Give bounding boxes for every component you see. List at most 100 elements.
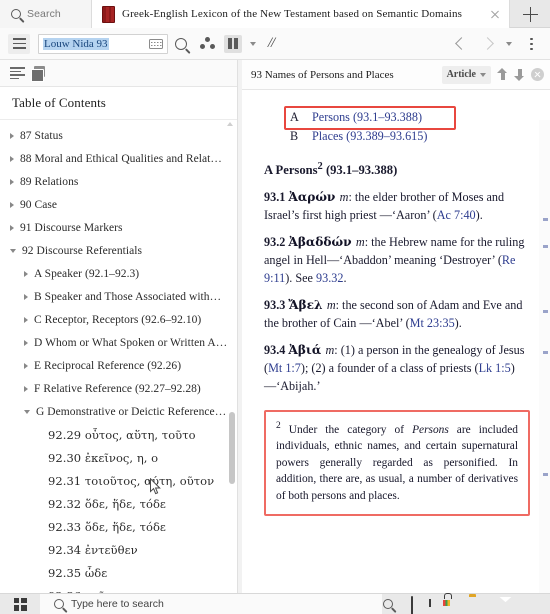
toc-item[interactable]: B Speaker and Those Associated with… xyxy=(0,285,237,308)
toc-item-label: 90 Case xyxy=(20,198,58,211)
hamburger-menu-icon[interactable] xyxy=(8,33,30,54)
parallel-dropdown-button[interactable] xyxy=(246,32,260,56)
toc-item[interactable]: E Reciprocal Reference (92.26) xyxy=(0,354,237,377)
toc-item[interactable]: 92.33 ὅδε, ἥδε, τόδε xyxy=(0,515,237,538)
chevron-down-icon xyxy=(480,72,486,77)
search-button[interactable] xyxy=(168,32,194,56)
toc-item[interactable]: 88 Moral and Ethical Qualities and Relat… xyxy=(0,147,237,170)
toc-item[interactable]: 89 Relations xyxy=(0,170,237,193)
chevron-right-icon[interactable] xyxy=(24,362,28,369)
outline-link[interactable]: Persons (93.1–93.388) xyxy=(312,109,422,126)
chevron-right-icon[interactable] xyxy=(10,201,14,208)
arrow-down-icon[interactable] xyxy=(514,67,525,82)
history-dropdown-button[interactable] xyxy=(500,32,518,56)
toc-item[interactable]: 90 Case xyxy=(0,193,237,216)
toc-item-label: C Receptor, Receptors (92.6–92.10) xyxy=(34,313,202,326)
toc-item[interactable]: F Relative Reference (92.27–92.28) xyxy=(0,377,237,400)
chevron-right-icon[interactable] xyxy=(24,385,28,392)
chevron-left-icon xyxy=(454,37,468,50)
chevron-right-icon[interactable] xyxy=(24,270,28,277)
toc-item[interactable]: 92.31 τοιοῦτος, αύτη, οῦτον xyxy=(0,469,237,492)
chevron-right-icon[interactable] xyxy=(10,224,14,231)
document-tab[interactable]: Greek-English Lexicon of the New Testame… xyxy=(92,0,510,28)
toc-scrollbar[interactable] xyxy=(229,120,235,593)
search-tab-label: Search xyxy=(27,8,61,20)
toc-item[interactable]: 92.30 ἐκεῖνος, η, ο xyxy=(0,446,237,469)
taskbar-search-input[interactable]: Type here to search xyxy=(40,593,382,614)
windows-start-icon[interactable] xyxy=(0,597,40,611)
keyboard-icon[interactable] xyxy=(149,38,163,49)
scripture-reference-link[interactable]: Ac 7:40 xyxy=(437,208,476,222)
section-heading-footnote-marker: 2 xyxy=(317,160,323,172)
scripture-reference-link[interactable]: Mt 1:7 xyxy=(268,361,301,375)
back-button[interactable] xyxy=(448,32,474,56)
toc-item[interactable]: 92.36 ποῖος, α, ον xyxy=(0,584,237,594)
close-circle-icon[interactable] xyxy=(531,68,544,81)
toc-item-label: 92.34 ἐντεῦθεν xyxy=(48,542,138,557)
search-tab[interactable]: Search xyxy=(0,0,92,28)
edge-browser-icon[interactable] xyxy=(527,597,542,612)
toc-item-label: 92.30 ἐκεῖνος, η, ο xyxy=(48,450,159,465)
article-scrollbar[interactable] xyxy=(539,120,550,593)
toc-item[interactable]: 92.32 ὅδε, ἥδε, τόδε xyxy=(0,492,237,515)
overflow-menu-button[interactable] xyxy=(518,32,544,56)
microsoft-store-icon[interactable] xyxy=(440,597,455,612)
task-view-icon[interactable] xyxy=(411,595,426,614)
chevron-right-icon[interactable] xyxy=(24,316,28,323)
parallel-resources-button[interactable] xyxy=(220,32,246,56)
scripture-reference-link[interactable]: 93.32 xyxy=(316,271,343,285)
file-explorer-icon[interactable] xyxy=(469,597,484,612)
scripture-reference-link[interactable]: Mt 23:35 xyxy=(410,316,455,330)
outline-link[interactable]: Places (93.389–93.615) xyxy=(312,128,427,145)
dictionary-entry: 93.1 Ἀαρών m: the elder brother of Moses… xyxy=(264,189,532,225)
view-selector[interactable]: Article xyxy=(441,65,491,84)
visual-filters-button[interactable]: // xyxy=(260,32,282,56)
chevron-right-icon[interactable] xyxy=(10,178,14,185)
tools-button[interactable] xyxy=(194,32,220,56)
arrow-up-icon[interactable] xyxy=(497,67,508,82)
article-toolbar: 93 Names of Persons and Places Article xyxy=(242,60,550,90)
search-icon xyxy=(11,9,21,19)
chevron-down-icon[interactable] xyxy=(10,248,16,253)
chevron-right-icon[interactable] xyxy=(24,339,28,346)
chevron-down-icon[interactable] xyxy=(24,409,30,414)
toc-item[interactable]: 92.34 ἐντεῦθεν xyxy=(0,538,237,561)
toc-item[interactable]: 91 Discourse Markers xyxy=(0,216,237,239)
taskbar-icons xyxy=(382,595,550,614)
view-selector-label: Article xyxy=(446,69,476,80)
toc-item[interactable]: 92 Discourse Referentials xyxy=(0,239,237,262)
toc-item[interactable]: D Whom or What Spoken or Written A… xyxy=(0,331,237,354)
toc-scrollbar-thumb[interactable] xyxy=(229,412,235,484)
search-icon[interactable] xyxy=(382,597,397,612)
toc-item-label: 92 Discourse Referentials xyxy=(22,244,143,257)
toc-lines-icon[interactable] xyxy=(10,67,25,80)
toc-list[interactable]: 87 Status 88 Moral and Ethical Qualities … xyxy=(0,120,237,593)
copy-panels-icon[interactable] xyxy=(31,66,46,82)
toc-item[interactable]: 92.29 οὗτος, αὕτη, τοῦτο xyxy=(0,423,237,446)
chevron-right-icon[interactable] xyxy=(24,293,28,300)
footnote-italic-term: Persons xyxy=(412,423,449,436)
toc-item[interactable]: 87 Status xyxy=(0,124,237,147)
chevron-down-icon xyxy=(250,41,256,46)
toc-item[interactable]: C Receptor, Receptors (92.6–92.10) xyxy=(0,308,237,331)
close-icon[interactable] xyxy=(487,6,503,22)
outline-row[interactable]: B Places (93.389–93.615) xyxy=(286,127,532,146)
document-tab-title: Greek-English Lexicon of the New Testame… xyxy=(122,8,463,20)
toc-item[interactable]: 92.35 ὧδε xyxy=(0,561,237,584)
footnote-box: 2 Under the category of Persons are incl… xyxy=(264,409,530,516)
article-body[interactable]: A Persons (93.1–93.388) B Places (93.389–93… xyxy=(242,90,550,593)
entry-text: . xyxy=(343,271,347,286)
toc-item[interactable]: A Speaker (92.1–92.3) xyxy=(0,262,237,285)
chevron-right-icon[interactable] xyxy=(10,155,14,162)
toc-item[interactable]: G Demonstrative or Deictic Reference… xyxy=(0,400,237,423)
mail-icon[interactable] xyxy=(498,597,513,612)
section-heading-range: (93.1–93.388) xyxy=(325,162,398,177)
chevron-right-icon[interactable] xyxy=(10,132,14,139)
forward-button[interactable] xyxy=(474,32,500,56)
scripture-reference-link[interactable]: Lk 1:5 xyxy=(479,361,511,375)
article-scroll-marker xyxy=(543,218,548,221)
outline-row[interactable]: A Persons (93.1–93.388) xyxy=(286,108,532,127)
chevron-right-icon xyxy=(480,37,494,50)
command-box[interactable]: Louw Nida 93 xyxy=(38,33,168,54)
new-tab-button[interactable] xyxy=(510,0,550,28)
